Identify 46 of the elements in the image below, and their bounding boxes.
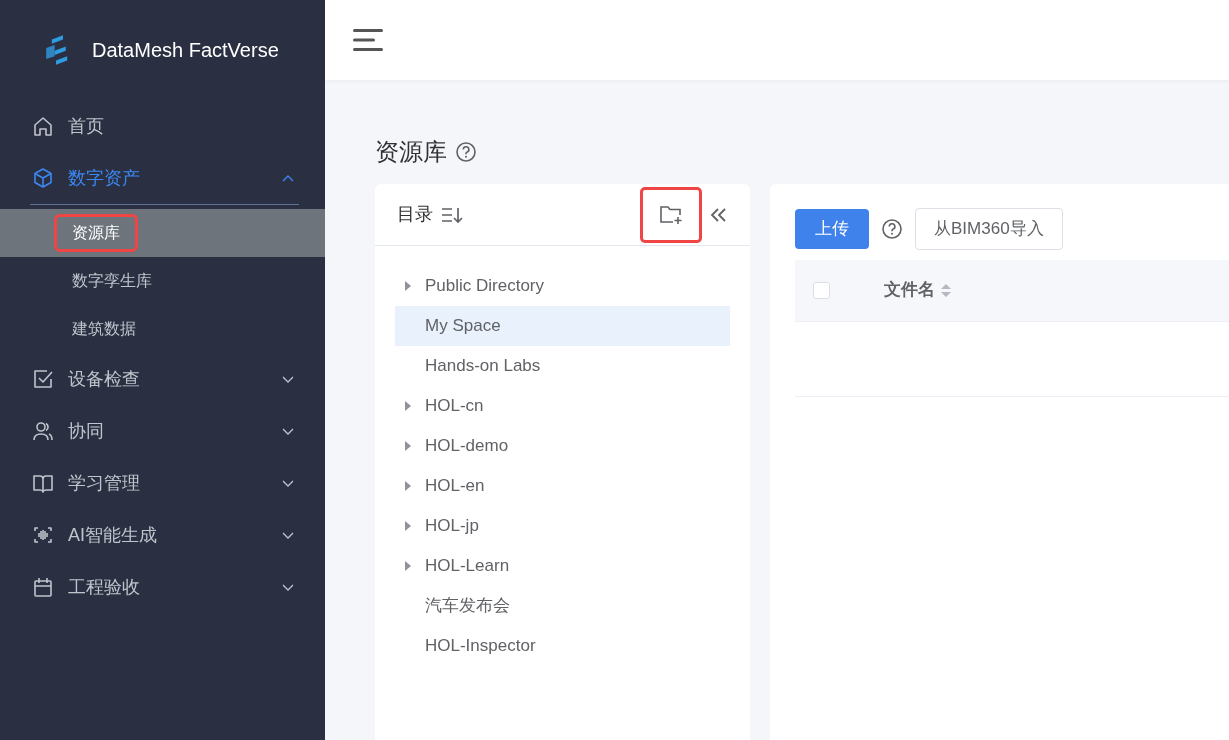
submenu-item[interactable]: 数字孪生库 <box>0 257 325 305</box>
menu-item[interactable]: 协同 <box>0 405 325 457</box>
submenu-item[interactable]: 资源库 <box>0 209 325 257</box>
help-icon[interactable] <box>455 141 477 163</box>
tree-node[interactable]: 汽车发布会 <box>395 586 730 626</box>
menu-item[interactable]: 数字资产 <box>0 152 325 204</box>
menu-icon[interactable] <box>353 28 383 52</box>
upload-button[interactable]: 上传 <box>795 209 869 249</box>
tree-node[interactable]: HOL-cn <box>395 386 730 426</box>
submenu-item[interactable]: 建筑数据 <box>0 305 325 353</box>
tree-node[interactable]: Hands-on Labs <box>395 346 730 386</box>
tree-node[interactable]: My Space <box>395 306 730 346</box>
tree-node[interactable]: HOL-demo <box>395 426 730 466</box>
select-all-checkbox[interactable] <box>813 281 830 299</box>
cube-icon <box>32 167 54 189</box>
new-folder-button[interactable] <box>640 186 702 243</box>
tree-node[interactable]: Public Directory <box>395 266 730 306</box>
import-button[interactable]: 从BIM360导入 <box>915 208 1063 250</box>
tree-node[interactable]: HOL-jp <box>395 506 730 546</box>
folder-plus-icon <box>659 203 683 226</box>
tree-node[interactable]: HOL-Learn <box>395 546 730 586</box>
menu-item[interactable]: 设备检查 <box>0 353 325 405</box>
brand-name: DataMesh FactVerse <box>92 38 279 63</box>
ai-scan-icon <box>32 524 54 546</box>
users-icon <box>32 420 54 442</box>
caret-icon <box>405 481 411 491</box>
tree-node[interactable]: HOL-Inspector <box>395 626 730 666</box>
caret-icon <box>405 281 411 291</box>
calendar-icon <box>32 576 54 598</box>
tree-node[interactable]: HOL-en <box>395 466 730 506</box>
help-icon[interactable] <box>881 217 903 240</box>
caret-icon <box>405 521 411 531</box>
column-header[interactable]: 文件名 <box>884 277 935 303</box>
book-icon <box>32 472 54 494</box>
menu-item[interactable]: 首页 <box>0 100 325 152</box>
home-icon <box>32 115 54 137</box>
menu-item[interactable]: 学习管理 <box>0 457 325 509</box>
caret-icon <box>405 401 411 411</box>
page-title: 资源库 <box>375 137 447 167</box>
menu-item[interactable]: 工程验收 <box>0 561 325 613</box>
caret-icon <box>405 441 411 451</box>
collapse-icon[interactable] <box>710 206 728 223</box>
checkbox-icon <box>32 368 54 390</box>
directory-title: 目录 <box>397 203 433 226</box>
caret-icon <box>405 561 411 571</box>
menu-item[interactable]: AI智能生成 <box>0 509 325 561</box>
